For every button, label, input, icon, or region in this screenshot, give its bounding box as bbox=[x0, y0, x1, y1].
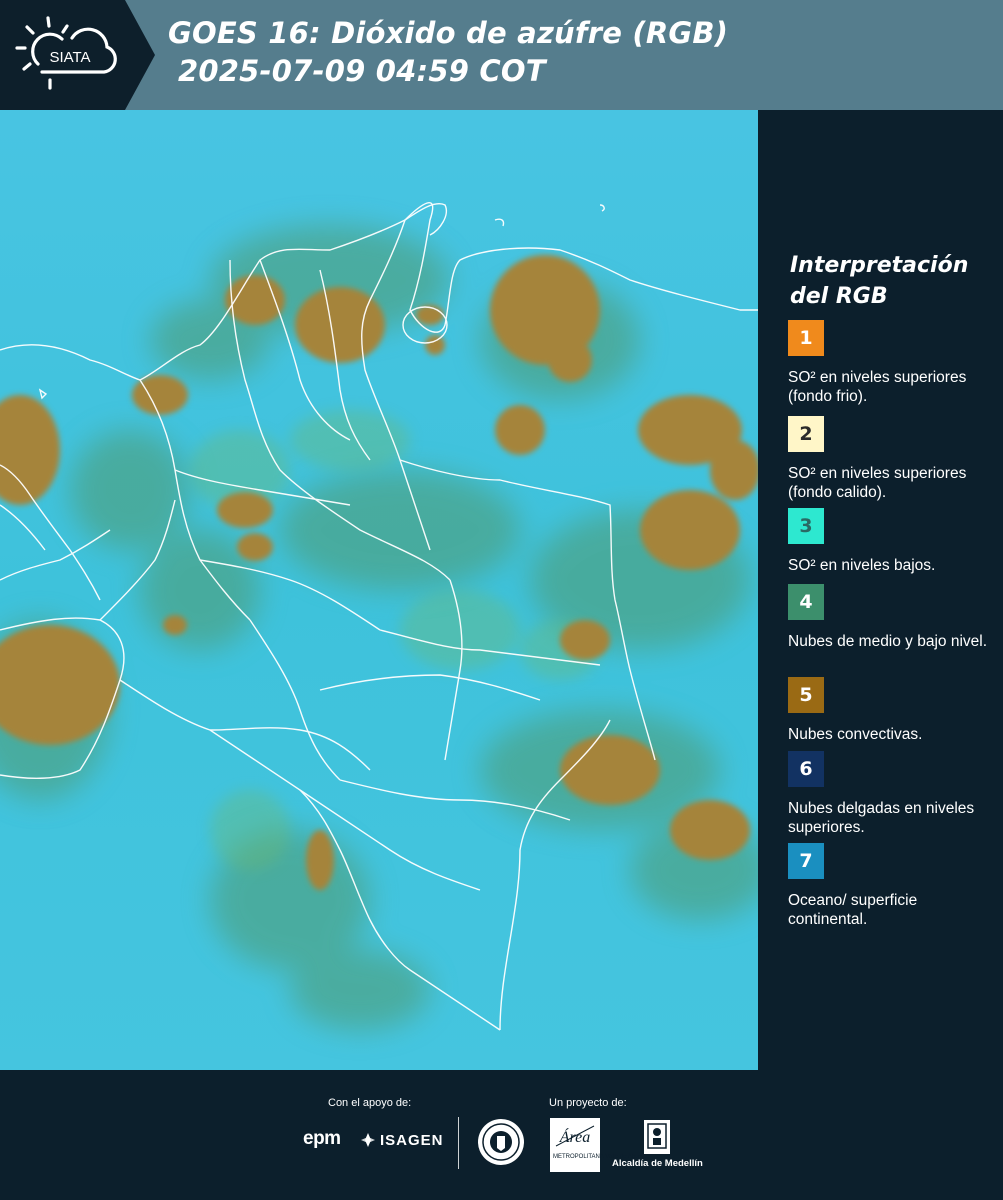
isagen-logo: ISAGEN bbox=[380, 1132, 444, 1149]
satellite-map bbox=[0, 110, 758, 1070]
area-logo-icon: Área bbox=[550, 1118, 600, 1172]
legend-panel: Interpretación del RGB 1 SO² en niveles … bbox=[762, 110, 1003, 1070]
legend-item-5: 5 Nubes convectivas. bbox=[788, 677, 993, 744]
seal-icon bbox=[478, 1119, 524, 1165]
page-title: GOES 16: Dióxido de azúfre (RGB) 2025-07… bbox=[168, 14, 728, 90]
legend-item-3: 3 SO² en niveles bajos. bbox=[788, 508, 993, 575]
alcaldia-text: Alcaldía de Medellín bbox=[612, 1158, 703, 1169]
legend-label-5: Nubes convectivas. bbox=[788, 726, 923, 743]
footer-divider bbox=[458, 1117, 459, 1169]
support-label: Con el apoyo de: bbox=[328, 1097, 412, 1109]
legend-swatch-7: 7 bbox=[788, 843, 824, 879]
project-label: Un proyecto de: bbox=[549, 1097, 627, 1109]
legend-item-1: 1 SO² en niveles superiores (fondo frio)… bbox=[788, 320, 993, 406]
legend-swatch-6: 6 bbox=[788, 751, 824, 787]
logo-text: SIATA bbox=[49, 49, 90, 66]
footer: Con el apoyo de: Un proyecto de: epm ISA… bbox=[0, 1070, 1003, 1200]
legend-label-2: SO² en niveles superiores (fondo calido)… bbox=[788, 465, 967, 501]
legend-swatch-2: 2 bbox=[788, 416, 824, 452]
sun-cloud-icon: SIATA bbox=[15, 16, 117, 90]
legend-item-4: 4 Nubes de medio y bajo nivel. bbox=[788, 584, 993, 651]
isagen-icon bbox=[361, 1133, 375, 1147]
epm-logo: epm bbox=[303, 1128, 341, 1149]
legend-label-4: Nubes de medio y bajo nivel. bbox=[788, 633, 988, 650]
legend-item-2: 2 SO² en niveles superiores (fondo calid… bbox=[788, 416, 993, 502]
legend-swatch-3: 3 bbox=[788, 508, 824, 544]
legend-title: Interpretación del RGB bbox=[790, 253, 969, 309]
legend-item-6: 6 Nubes delgadas en niveles superiores. bbox=[788, 751, 993, 837]
legend-swatch-5: 5 bbox=[788, 677, 824, 713]
legend-item-7: 7 Oceano/ superficie continental. bbox=[788, 843, 993, 929]
header: SIATA GOES 16: Dióxido de azúfre (RGB) 2… bbox=[0, 0, 1003, 110]
legend-swatch-1: 1 bbox=[788, 320, 824, 356]
title-line-1: GOES 16: Dióxido de azúfre (RGB) bbox=[168, 16, 729, 50]
legend-label-6: Nubes delgadas en niveles superiores. bbox=[788, 800, 975, 836]
legend-label-3: SO² en niveles bajos. bbox=[788, 557, 936, 574]
logo-chevron bbox=[125, 0, 155, 110]
legend-label-7: Oceano/ superficie continental. bbox=[788, 892, 918, 928]
title-line-2: 2025-07-09 04:59 COT bbox=[178, 54, 546, 88]
map-imagery bbox=[0, 110, 758, 1070]
legend-label-1: SO² en niveles superiores (fondo frio). bbox=[788, 369, 967, 405]
alcaldia-icon bbox=[644, 1120, 670, 1154]
legend-swatch-4: 4 bbox=[788, 584, 824, 620]
